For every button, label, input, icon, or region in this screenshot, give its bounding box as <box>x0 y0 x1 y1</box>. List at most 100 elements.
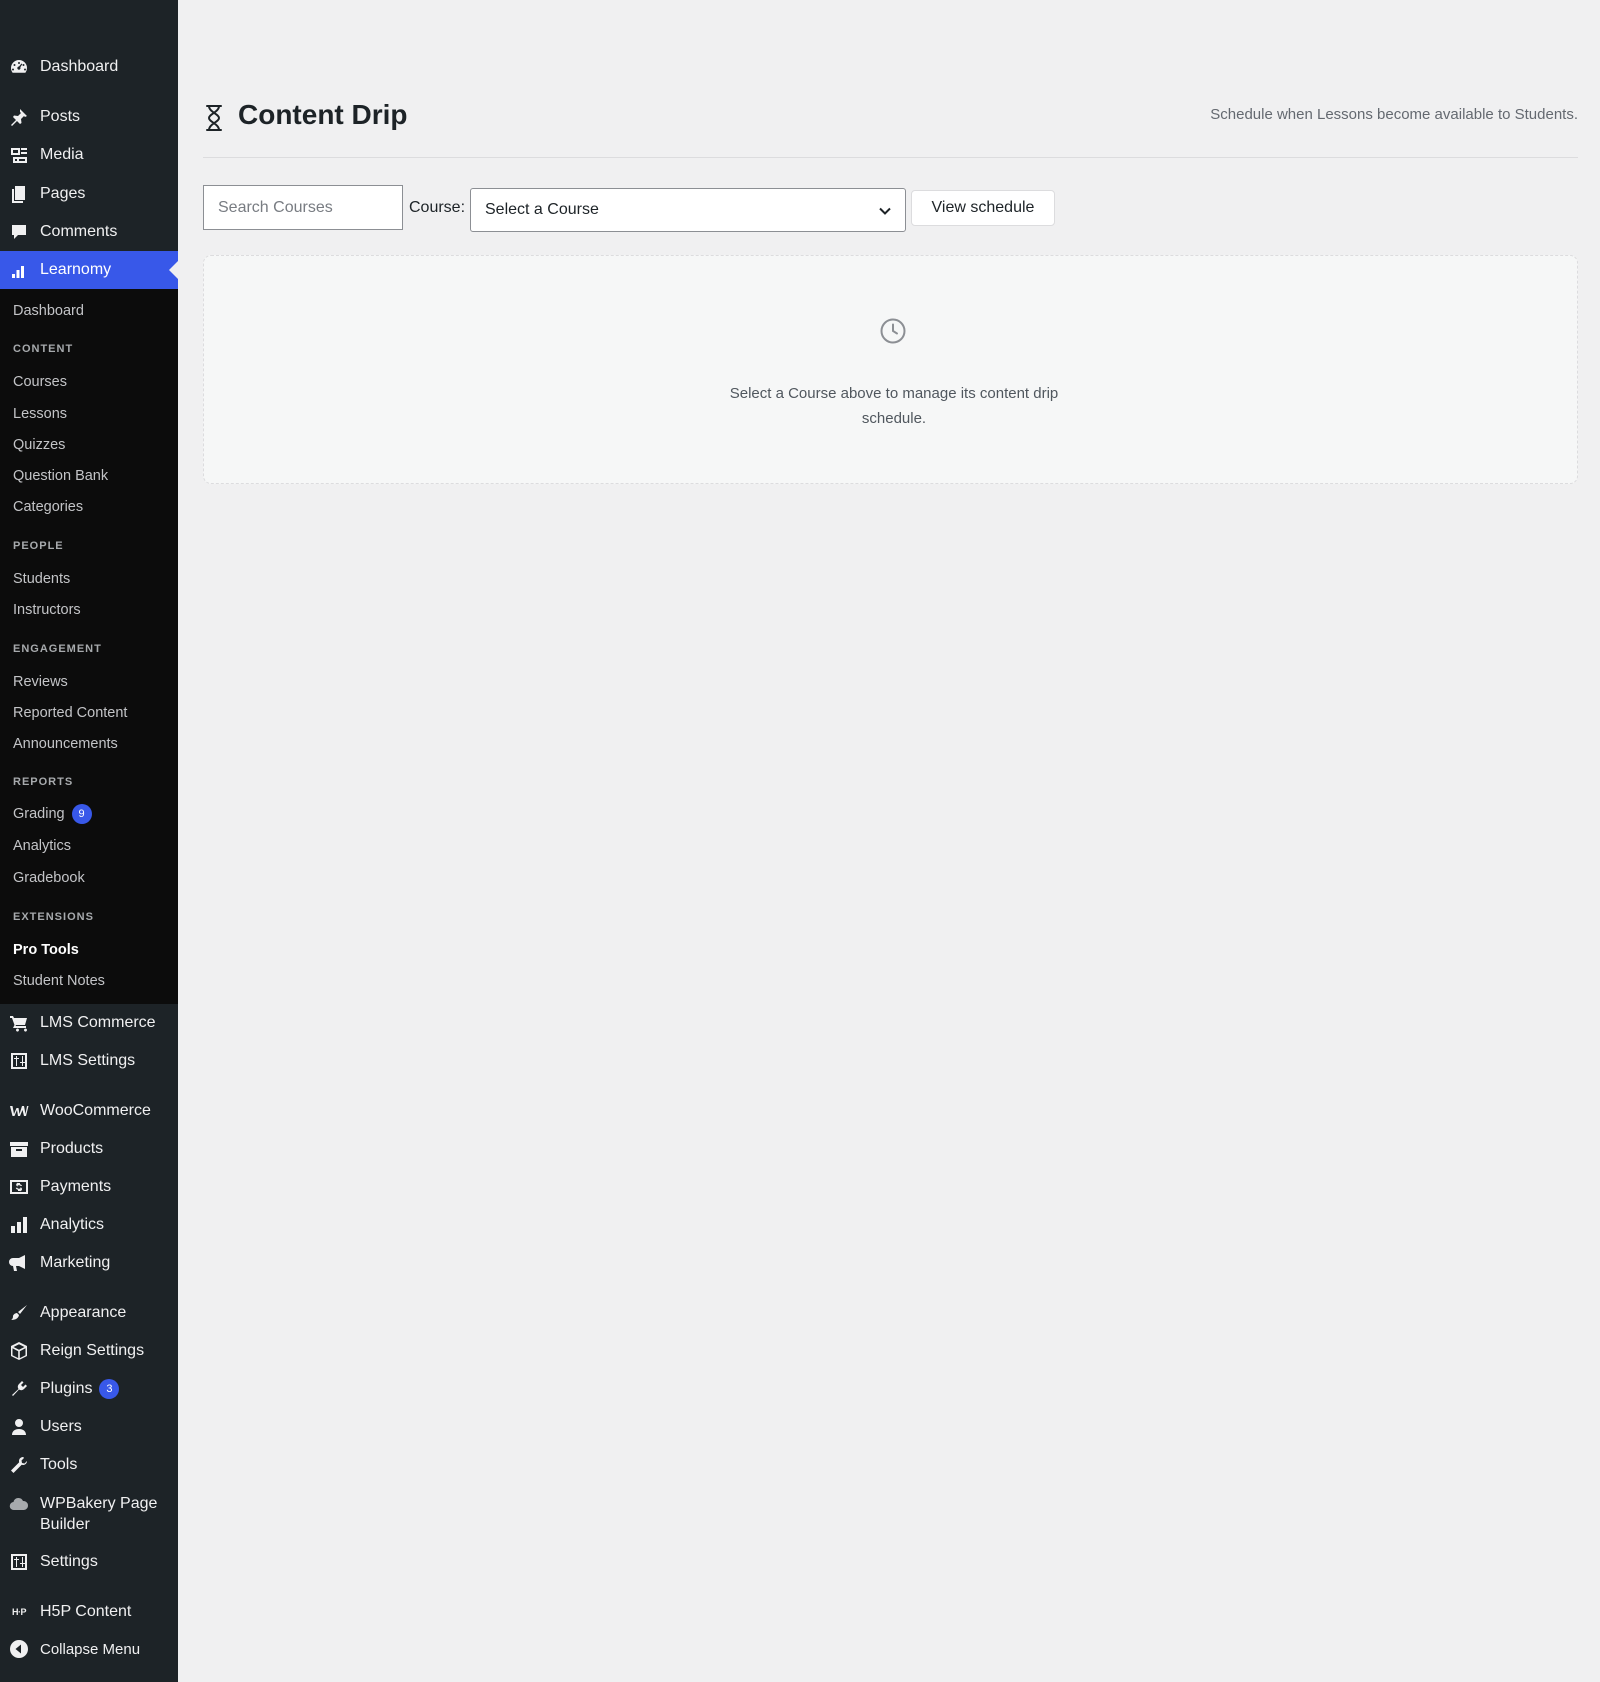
menu-dashboard[interactable]: Dashboard <box>0 48 178 86</box>
course-select[interactable]: Select a Course <box>470 188 906 232</box>
submenu-lessons[interactable]: Lessons <box>13 406 67 422</box>
empty-state-panel: Select a Course above to manage its cont… <box>203 255 1578 484</box>
page-title: Content Drip <box>238 99 408 130</box>
menu-payments-label: Payments <box>40 1178 112 1195</box>
menu-marketing-label: Marketing <box>40 1254 111 1271</box>
menu-users-label: Users <box>40 1418 82 1435</box>
menu-marketing[interactable]: Marketing <box>0 1244 178 1282</box>
submenu-gradebook[interactable]: Gradebook <box>13 870 85 886</box>
menu-comments[interactable]: Comments <box>0 213 178 251</box>
submenu-reviews[interactable]: Reviews <box>13 674 68 690</box>
collapse-menu-label: Collapse Menu <box>40 1640 141 1658</box>
submenu-instructors[interactable]: Instructors <box>13 602 81 618</box>
submenu-analytics[interactable]: Analytics <box>13 838 71 854</box>
menu-lms-settings-label: LMS Settings <box>40 1052 136 1069</box>
grading-count-badge: 9 <box>71 804 92 824</box>
user-icon <box>9 1417 29 1437</box>
menu-payments[interactable]: Payments <box>0 1168 178 1206</box>
pages-icon <box>9 184 29 204</box>
menu-dashboard-label: Dashboard <box>40 58 119 75</box>
menu-products[interactable]: Products <box>0 1130 178 1168</box>
cloud-icon <box>9 1494 29 1514</box>
menu-appearance[interactable]: Appearance <box>0 1294 178 1332</box>
cart-icon <box>9 1013 29 1033</box>
chart-icon <box>9 260 29 280</box>
view-schedule-button[interactable]: View schedule <box>911 190 1055 226</box>
woocommerce-icon <box>9 1101 29 1121</box>
submenu-categories[interactable]: Categories <box>13 499 83 515</box>
wrench-icon <box>9 1455 29 1475</box>
menu-reign-settings-label: Reign Settings <box>40 1342 145 1359</box>
submenu-heading-extensions: EXTENSIONS <box>13 911 94 923</box>
submenu-grading-label: Grading <box>13 806 65 822</box>
chevron-down-icon <box>879 207 891 215</box>
submenu-grading[interactable]: Grading 9 <box>13 804 92 824</box>
menu-pages[interactable]: Pages <box>0 175 178 213</box>
submenu-pro-tools[interactable]: Pro Tools <box>13 942 79 958</box>
menu-wpbakery[interactable]: WPBakery Page Builder <box>0 1487 178 1539</box>
menu-settings[interactable]: Settings <box>0 1543 178 1581</box>
search-courses-input[interactable] <box>203 185 403 230</box>
menu-comments-label: Comments <box>40 223 118 240</box>
empty-state-message: Select a Course above to manage its cont… <box>729 385 1059 427</box>
settings-sliders-icon <box>9 1552 29 1572</box>
submenu-heading-people: PEOPLE <box>13 540 64 552</box>
bar-chart-icon <box>9 1215 29 1235</box>
hourglass-icon <box>206 105 222 131</box>
menu-lms-settings[interactable]: LMS Settings <box>0 1042 178 1080</box>
submenu-heading-reports: REPORTS <box>13 776 74 788</box>
menu-wpbakery-line2: Builder <box>40 1516 90 1533</box>
menu-appearance-label: Appearance <box>40 1304 127 1321</box>
menu-lms-commerce[interactable]: LMS Commerce <box>0 1004 178 1042</box>
header-divider <box>203 157 1578 158</box>
page-description: Schedule when Lessons become available t… <box>1210 106 1578 123</box>
settings-sliders-icon <box>9 1051 29 1071</box>
menu-users[interactable]: Users <box>0 1408 178 1446</box>
menu-woocommerce[interactable]: WooCommerce <box>0 1092 178 1130</box>
menu-wpbakery-line1: WPBakery Page <box>40 1495 158 1512</box>
menu-h5p-content-label: H5P Content <box>40 1603 132 1620</box>
submenu-courses[interactable]: Courses <box>13 374 67 390</box>
submenu-dashboard[interactable]: Dashboard <box>13 303 84 319</box>
comment-icon <box>9 222 29 242</box>
course-label: Course: <box>409 199 466 216</box>
menu-wpbakery-label: WPBakery Page Builder <box>40 1493 157 1535</box>
submenu-heading-content: CONTENT <box>13 343 74 355</box>
collapse-menu-button[interactable]: Collapse Menu <box>0 1630 178 1668</box>
clock-icon <box>880 318 906 344</box>
submenu-announcements[interactable]: Announcements <box>13 736 118 752</box>
submenu-student-notes[interactable]: Student Notes <box>13 973 105 989</box>
pin-icon <box>9 107 29 127</box>
submenu-reported-content[interactable]: Reported Content <box>13 705 127 721</box>
menu-learnomy-label: Learnomy <box>40 261 112 278</box>
submenu-students[interactable]: Students <box>13 571 70 587</box>
admin-sidebar: Dashboard Posts Media Pages Comments Lea… <box>0 0 178 1682</box>
media-icon <box>9 145 29 165</box>
menu-h5p-content[interactable]: H·P H5P Content <box>0 1593 178 1631</box>
menu-media-label: Media <box>40 146 84 163</box>
menu-pages-label: Pages <box>40 185 86 202</box>
submenu-quizzes[interactable]: Quizzes <box>13 437 65 453</box>
megaphone-icon <box>9 1253 29 1273</box>
plugins-update-badge: 3 <box>99 1379 120 1399</box>
menu-analytics-label: Analytics <box>40 1216 105 1233</box>
menu-plugins-label: Plugins <box>40 1380 93 1397</box>
menu-posts-label: Posts <box>40 108 81 125</box>
menu-learnomy[interactable]: Learnomy <box>0 251 178 289</box>
menu-reign-settings[interactable]: Reign Settings <box>0 1332 178 1370</box>
collapse-arrow-icon <box>9 1639 29 1659</box>
h5p-icon: H·P <box>12 1607 27 1617</box>
menu-posts[interactable]: Posts <box>0 98 178 136</box>
menu-woocommerce-label: WooCommerce <box>40 1102 151 1119</box>
menu-analytics[interactable]: Analytics <box>0 1206 178 1244</box>
cube-icon <box>9 1341 29 1361</box>
menu-tools[interactable]: Tools <box>0 1446 178 1484</box>
dashboard-icon <box>9 57 29 77</box>
submenu-heading-engagement: ENGAGEMENT <box>13 643 102 655</box>
archive-icon <box>9 1139 29 1159</box>
plugin-icon <box>9 1379 29 1399</box>
menu-lms-commerce-label: LMS Commerce <box>40 1014 156 1031</box>
menu-plugins[interactable]: Plugins 3 <box>0 1370 178 1408</box>
menu-media[interactable]: Media <box>0 136 178 174</box>
submenu-question-bank[interactable]: Question Bank <box>13 468 108 484</box>
